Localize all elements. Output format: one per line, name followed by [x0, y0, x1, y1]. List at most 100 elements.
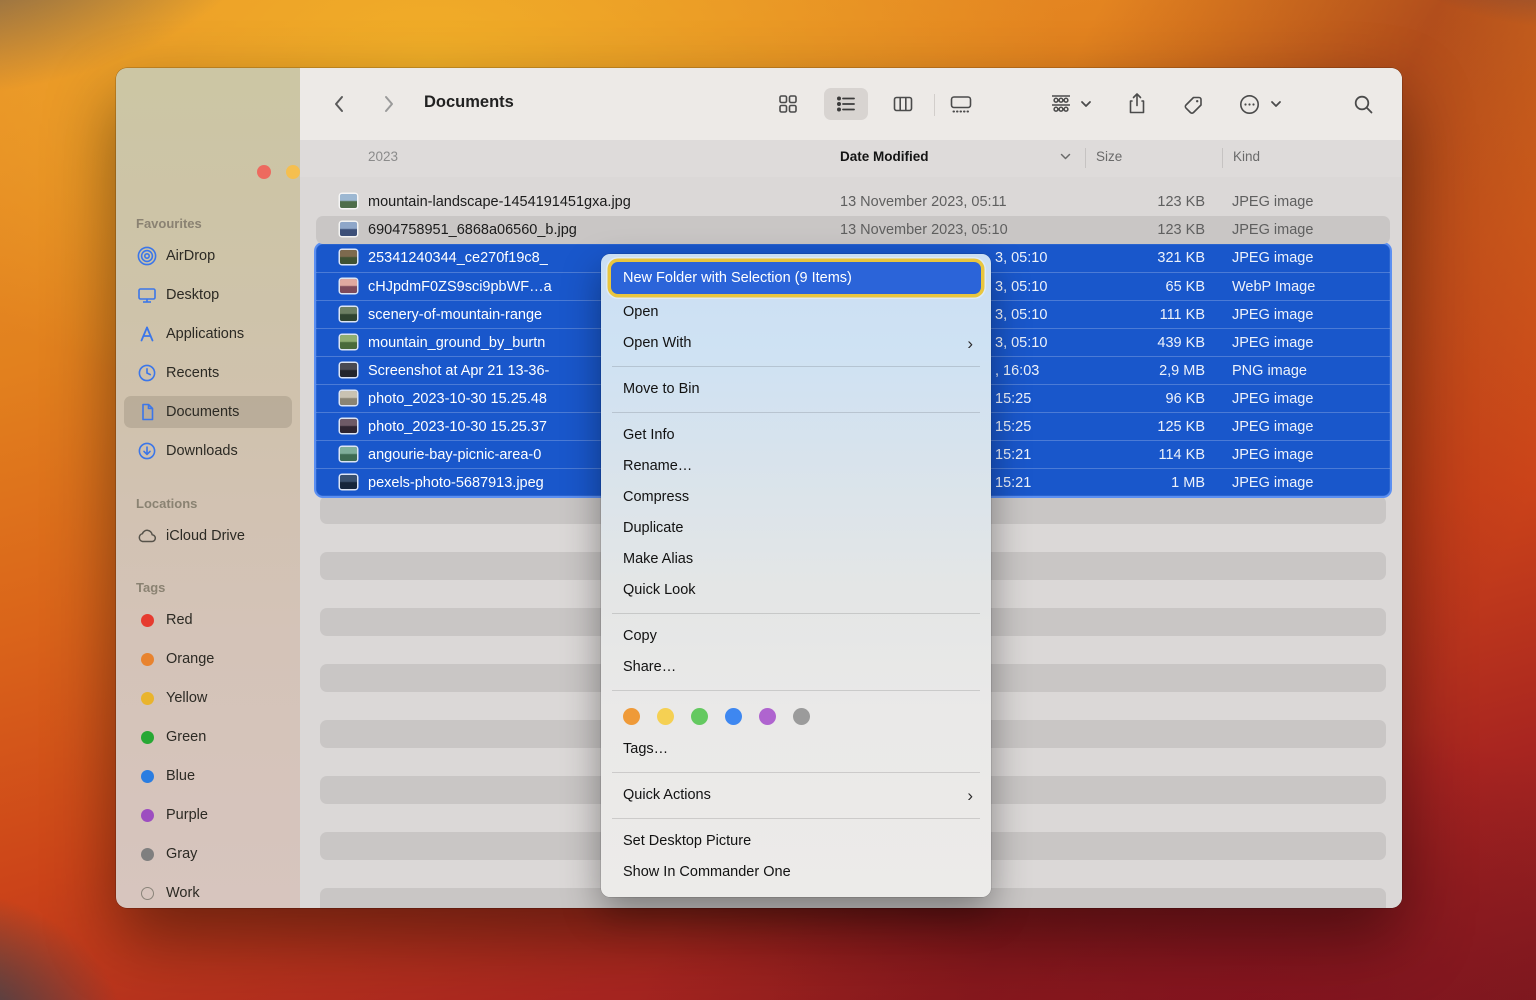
sidebar-tag-orange[interactable]: Orange	[124, 643, 292, 675]
chevron-down-icon[interactable]	[1266, 88, 1286, 120]
menu-item-open[interactable]: Open	[601, 297, 991, 328]
file-name: mountain_ground_by_burtn	[368, 335, 546, 351]
sidebar-tag-red[interactable]: Red	[124, 604, 292, 636]
sidebar-tag-green[interactable]: Green	[124, 721, 292, 753]
icloud-icon	[136, 526, 158, 546]
file-kind: JPEG image	[1232, 475, 1314, 491]
sidebar-item-label: Recents	[166, 365, 220, 381]
file-date: 13 November 2023, 05:11	[840, 194, 1007, 210]
forward-button[interactable]	[372, 88, 406, 120]
file-thumbnail-icon	[340, 335, 357, 349]
file-row[interactable]: mountain-landscape-1454191451gxa.jpg 13 …	[316, 188, 1390, 216]
sidebar-item-label: Blue	[166, 768, 196, 784]
more-options-button[interactable]	[1232, 88, 1266, 120]
tag-orange-button[interactable]	[623, 707, 640, 725]
tag-dot-purple-icon	[136, 805, 158, 825]
sidebar-item-documents[interactable]: Documents	[124, 396, 292, 428]
sidebar: Favourites AirDrop Desktop Applications …	[116, 68, 329, 908]
tag-purple-button[interactable]	[759, 707, 776, 725]
column-divider[interactable]	[1085, 148, 1086, 168]
chevron-down-icon[interactable]	[1076, 88, 1096, 120]
clock-icon	[136, 363, 158, 383]
file-name: photo_2023-10-30 15.25.48	[368, 391, 547, 407]
menu-item-show-in-commander-one[interactable]: Show In Commander One	[601, 857, 991, 888]
tag-button[interactable]	[1176, 88, 1210, 120]
file-date: 3, 05:10	[995, 307, 1048, 323]
menu-item-set-desktop-picture[interactable]: Set Desktop Picture	[601, 826, 991, 857]
menu-separator	[612, 818, 980, 819]
search-button[interactable]	[1346, 88, 1380, 120]
tag-gray-button[interactable]	[793, 707, 810, 725]
group-by-button[interactable]	[1044, 88, 1078, 120]
menu-separator	[612, 613, 980, 614]
icon-view-button[interactable]	[771, 88, 805, 120]
file-date: 15:21	[995, 475, 1032, 491]
file-name: scenery-of-mountain-range	[368, 307, 543, 323]
menu-item-label: Open With	[623, 335, 692, 351]
column-header-date-modified[interactable]: Date Modified	[840, 149, 929, 164]
tag-green-button[interactable]	[691, 707, 708, 725]
column-view-button[interactable]	[886, 88, 920, 120]
menu-item-get-info[interactable]: Get Info	[601, 420, 991, 451]
file-size: 321 KB	[1157, 250, 1205, 266]
sidebar-item-applications[interactable]: Applications	[124, 318, 292, 350]
menu-item-label: Quick Actions	[623, 787, 711, 803]
file-name: pexels-photo-5687913.jpeg	[368, 475, 544, 491]
tag-yellow-button[interactable]	[657, 707, 674, 725]
file-kind: JPEG image	[1232, 419, 1314, 435]
sidebar-tag-gray[interactable]: Gray	[124, 838, 292, 870]
toolbar-divider	[934, 94, 935, 116]
sidebar-tag-purple[interactable]: Purple	[124, 799, 292, 831]
file-thumbnail-icon	[340, 279, 357, 293]
menu-item-rename[interactable]: Rename…	[601, 451, 991, 482]
menu-item-tags[interactable]: Tags…	[601, 734, 991, 765]
column-divider[interactable]	[1222, 148, 1223, 168]
sidebar-item-airdrop[interactable]: AirDrop	[124, 240, 292, 272]
tag-blue-button[interactable]	[725, 707, 742, 725]
list-view-button[interactable]	[824, 88, 868, 120]
column-header-kind[interactable]: Kind	[1233, 149, 1260, 164]
group-header-2023: 2023	[368, 149, 399, 164]
file-thumbnail-icon	[340, 475, 357, 489]
back-button[interactable]	[322, 88, 356, 120]
sidebar-tag-blue[interactable]: Blue	[124, 760, 292, 792]
file-row[interactable]: 6904758951_6868a06560_b.jpg 13 November …	[316, 216, 1390, 244]
file-date: 13 November 2023, 05:10	[840, 222, 1008, 238]
sidebar-item-label: Orange	[166, 651, 215, 667]
close-window-button[interactable]	[257, 165, 271, 179]
file-size: 125 KB	[1157, 419, 1205, 435]
menu-item-make-alias[interactable]: Make Alias	[601, 544, 991, 575]
menu-item-compress[interactable]: Compress	[601, 482, 991, 513]
chevron-right-icon: ›	[967, 786, 973, 805]
menu-item-new-folder-with-selection[interactable]: New Folder with Selection (9 Items)	[611, 262, 981, 294]
file-name: 6904758951_6868a06560_b.jpg	[368, 222, 577, 238]
file-kind: PNG image	[1232, 363, 1307, 379]
sidebar-item-downloads[interactable]: Downloads	[124, 435, 292, 467]
file-size: 96 KB	[1165, 391, 1206, 407]
file-kind: JPEG image	[1232, 194, 1314, 210]
toolbar: Documents	[300, 68, 1402, 141]
file-thumbnail-icon	[340, 447, 357, 461]
file-size: 2,9 MB	[1159, 363, 1205, 379]
sidebar-item-icloud-drive[interactable]: iCloud Drive	[124, 520, 292, 552]
column-header-size[interactable]: Size	[1096, 149, 1122, 164]
minimize-window-button[interactable]	[286, 165, 300, 179]
sort-chevron-icon	[1060, 153, 1071, 160]
menu-item-quick-look[interactable]: Quick Look	[601, 575, 991, 606]
menu-item-copy[interactable]: Copy	[601, 621, 991, 652]
sidebar-item-desktop[interactable]: Desktop	[124, 279, 292, 311]
gallery-view-button[interactable]	[944, 88, 978, 120]
menu-item-quick-actions[interactable]: Quick Actions ›	[601, 780, 991, 811]
sidebar-tag-yellow[interactable]: Yellow	[124, 682, 292, 714]
share-button[interactable]	[1120, 88, 1154, 120]
menu-item-move-to-bin[interactable]: Move to Bin	[601, 374, 991, 405]
file-size: 123 KB	[1157, 222, 1205, 238]
airdrop-icon	[136, 246, 158, 266]
sidebar-tag-work[interactable]: Work	[124, 877, 292, 908]
file-thumbnail-icon	[340, 307, 357, 321]
sidebar-section-locations: Locations	[136, 496, 198, 511]
sidebar-item-recents[interactable]: Recents	[124, 357, 292, 389]
menu-item-share[interactable]: Share…	[601, 652, 991, 683]
menu-item-open-with[interactable]: Open With ›	[601, 328, 991, 359]
menu-item-duplicate[interactable]: Duplicate	[601, 513, 991, 544]
